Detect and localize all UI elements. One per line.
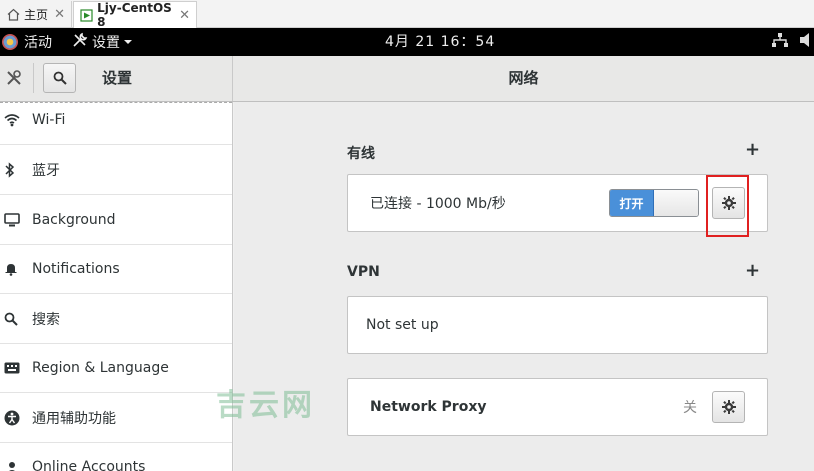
wired-status: 已连接 - 1000 Mb/秒	[370, 196, 506, 212]
tab-strip: 主页 ✕ Ljy-CentOS 8 ✕	[0, 0, 814, 29]
sidebar-item-bluetooth[interactable]: 蓝牙	[0, 146, 232, 195]
system-tray[interactable]	[772, 28, 814, 56]
gnome-logo-icon	[2, 34, 18, 50]
sidebar-item-label: Online Accounts	[32, 459, 146, 471]
sidebar-item-wifi[interactable]: Wi-Fi	[0, 102, 232, 145]
sidebar-item-label: Notifications	[32, 261, 120, 277]
tools-icon	[72, 32, 88, 52]
app-menu-label: 设置	[92, 35, 120, 51]
volume-icon	[800, 33, 812, 51]
wired-section-title: 有线	[347, 146, 375, 162]
watermark: 吉云网	[216, 388, 315, 423]
tab-vm[interactable]: Ljy-CentOS 8 ✕	[73, 1, 197, 29]
settings-title: 设置	[102, 69, 133, 87]
wired-toggle-switch[interactable]: 打开	[609, 189, 699, 217]
page-title: 网络	[508, 69, 539, 87]
search-button[interactable]	[43, 63, 76, 93]
sidebar-item-notifications[interactable]: Notifications	[0, 245, 232, 294]
search-icon	[53, 71, 67, 85]
activities-label: 活动	[24, 35, 52, 51]
accessibility-icon	[0, 410, 32, 426]
accounts-icon	[0, 460, 32, 471]
gear-icon	[721, 400, 736, 414]
bluetooth-icon	[0, 162, 32, 178]
network-proxy-row[interactable]: Network Proxy 关	[347, 378, 768, 436]
close-icon[interactable]: ✕	[54, 7, 65, 22]
network-wired-icon	[772, 33, 788, 51]
header-left: 设置	[0, 56, 233, 101]
divider	[33, 63, 34, 93]
app-menu[interactable]: 设置	[72, 28, 133, 56]
close-icon[interactable]: ✕	[179, 8, 190, 23]
display-icon	[0, 213, 32, 227]
chevron-down-icon	[123, 34, 133, 50]
switch-knob	[654, 190, 698, 216]
sidebar-item-region-language[interactable]: Region & Language	[0, 344, 232, 393]
switch-on-label: 打开	[610, 190, 655, 216]
settings-tools-icon	[4, 67, 24, 89]
wifi-icon	[0, 113, 32, 127]
sidebar-item-accessibility[interactable]: 通用辅助功能	[0, 394, 232, 443]
sidebar-item-label: Background	[32, 212, 116, 228]
sidebar-item-label: 蓝牙	[32, 163, 60, 179]
wired-connection-row: 已连接 - 1000 Mb/秒 打开	[347, 174, 768, 232]
add-wired-button[interactable]: +	[745, 139, 760, 160]
tab-vm-label: Ljy-CentOS 8	[97, 1, 172, 29]
clock[interactable]: 4月 21 16：54	[385, 28, 495, 56]
vpn-status: Not set up	[366, 317, 439, 333]
network-panel: 有线 + 已连接 - 1000 Mb/秒 打开 VPN + Not set up…	[234, 102, 814, 471]
home-icon	[6, 8, 20, 22]
header-bar: 设置 网络	[0, 56, 814, 102]
search-icon	[0, 312, 32, 326]
sidebar-item-search[interactable]: 搜索	[0, 295, 232, 344]
highlight-box	[706, 175, 749, 237]
vpn-section-title: VPN	[347, 264, 380, 280]
bell-icon	[0, 262, 32, 276]
gnome-top-bar: 活动 设置 4月 21 16：54	[0, 28, 814, 56]
sidebar-item-label: Wi-Fi	[32, 112, 66, 128]
sidebar-item-online-accounts[interactable]: Online Accounts	[0, 443, 232, 471]
tab-home[interactable]: 主页 ✕	[0, 1, 72, 28]
sidebar-item-label: 通用辅助功能	[32, 411, 116, 427]
add-vpn-button[interactable]: +	[745, 260, 760, 281]
proxy-settings-button[interactable]	[712, 391, 745, 423]
network-proxy-label: Network Proxy	[370, 399, 487, 415]
tab-home-label: 主页	[24, 8, 49, 22]
vpn-row: Not set up	[347, 296, 768, 354]
sidebar-item-background[interactable]: Background	[0, 196, 232, 245]
sidebar: Wi-Fi 蓝牙 Background Notifications 搜索 Reg…	[0, 102, 233, 471]
keyboard-icon	[0, 362, 32, 374]
activities-button[interactable]: 活动	[2, 28, 52, 56]
sidebar-item-label: 搜索	[32, 312, 60, 328]
proxy-state: 关	[683, 400, 697, 416]
vm-icon	[80, 8, 93, 22]
sidebar-item-label: Region & Language	[32, 360, 169, 376]
